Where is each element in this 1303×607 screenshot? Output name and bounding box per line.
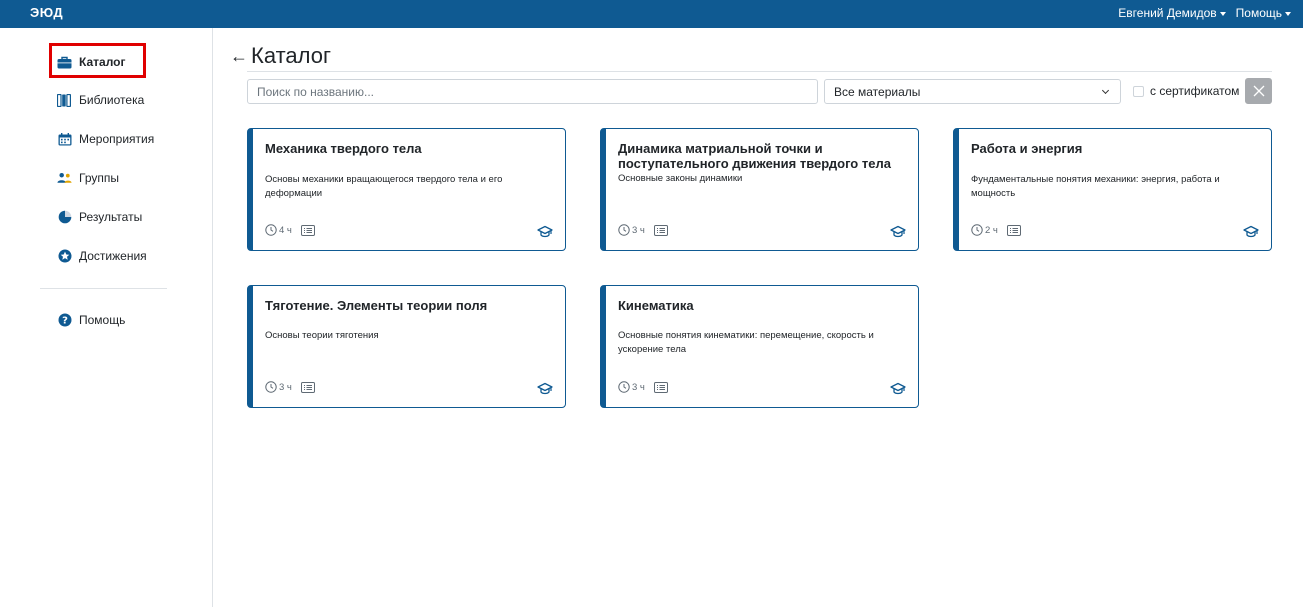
course-duration-value: 3 ч — [279, 381, 292, 393]
course-duration: 3 ч — [618, 381, 645, 393]
course-card-meta: 2 ч — [971, 224, 1021, 236]
page-header: ← Каталог — [230, 45, 331, 67]
course-card-meta: 3 ч — [618, 224, 668, 236]
question-circle-icon: ? — [57, 313, 72, 328]
course-duration: 3 ч — [618, 224, 645, 236]
course-card[interactable]: Кинематика Основные понятия кинематики: … — [600, 285, 919, 408]
clear-filters-button[interactable] — [1245, 78, 1272, 104]
course-duration-value: 4 ч — [279, 224, 292, 236]
list-card-icon — [653, 224, 668, 236]
back-arrow-icon[interactable]: ← — [230, 47, 248, 65]
briefcase-icon — [57, 55, 72, 70]
course-card-title: Механика твердого тела — [265, 141, 422, 156]
course-duration-value: 3 ч — [632, 224, 645, 236]
clock-icon — [618, 224, 630, 236]
materials-filter-value: Все материалы — [834, 84, 921, 99]
sidebar-item-label: Помощь — [79, 313, 126, 327]
course-card-meta: 3 ч — [265, 381, 315, 393]
course-card-title: Динамика матриальной точки и поступатель… — [618, 141, 891, 171]
help-menu[interactable]: Помощь — [1236, 6, 1291, 20]
sidebar-item-label: Достижения — [79, 249, 147, 263]
title-divider — [247, 71, 1272, 72]
course-duration: 2 ч — [971, 224, 998, 236]
pie-chart-icon — [57, 210, 72, 225]
course-card-title: Тяготение. Элементы теории поля — [265, 298, 488, 313]
caret-down-icon — [1219, 11, 1226, 16]
course-card[interactable]: Динамика матриальной точки и поступатель… — [600, 128, 919, 251]
sidebar-item-label: Результаты — [79, 210, 143, 224]
sidebar-item-label: Мероприятия — [79, 132, 155, 146]
help-menu-label: Помощь — [1235, 6, 1282, 20]
list-card-icon — [300, 224, 315, 236]
course-duration-value: 2 ч — [985, 224, 998, 236]
sidebar: Каталог Библиотека Мероприятия Группы Ре… — [0, 28, 213, 607]
sidebar-item-help[interactable]: ? Помощь — [57, 308, 125, 332]
course-card-meta: 3 ч — [618, 381, 668, 393]
course-duration: 4 ч — [265, 224, 292, 236]
course-card[interactable]: Механика твердого тела Основы механики в… — [247, 128, 566, 251]
sidebar-item-label: Группы — [79, 171, 119, 185]
sidebar-item-label: Каталог — [79, 55, 126, 69]
list-card-icon — [1006, 224, 1021, 236]
graduation-cap-icon — [890, 382, 906, 395]
sidebar-item-achievements[interactable]: Достижения — [57, 244, 147, 268]
course-card-description: Фундаментальные понятия механики: энерги… — [971, 174, 1220, 199]
course-duration-value: 3 ч — [632, 381, 645, 393]
search-input[interactable] — [247, 79, 818, 104]
calendar-icon — [57, 132, 72, 147]
clock-icon — [971, 224, 983, 236]
course-card-title: Работа и энергия — [971, 141, 1083, 156]
svg-text:?: ? — [62, 316, 68, 327]
star-badge-icon — [57, 249, 72, 264]
sidebar-item-library[interactable]: Библиотека — [57, 88, 144, 112]
sidebar-item-groups[interactable]: Группы — [57, 166, 119, 190]
course-card-description: Основы теории тяготения — [265, 330, 379, 341]
course-card-meta: 4 ч — [265, 224, 315, 236]
course-card-description: Основные законы динамики — [618, 173, 743, 184]
sidebar-item-events[interactable]: Мероприятия — [57, 127, 154, 151]
course-card-title: Кинематика — [618, 298, 694, 313]
sidebar-item-results[interactable]: Результаты — [57, 205, 142, 229]
sidebar-item-catalog[interactable]: Каталог — [57, 50, 126, 74]
course-card-description: Основы механики вращающегося твердого те… — [265, 174, 503, 199]
top-right-menus: Евгений Демидов Помощь — [1118, 6, 1291, 20]
top-navbar: ЭЮД Евгений Демидов Помощь — [0, 0, 1303, 28]
sidebar-item-label: Библиотека — [79, 93, 145, 107]
course-card-description: Основные понятия кинематики: перемещение… — [618, 330, 874, 355]
clock-icon — [265, 381, 277, 393]
user-menu[interactable]: Евгений Демидов — [1118, 6, 1226, 20]
course-card[interactable]: Тяготение. Элементы теории поля Основы т… — [247, 285, 566, 408]
course-card[interactable]: Работа и энергия Фундаментальные понятия… — [953, 128, 1272, 251]
graduation-cap-icon — [1243, 225, 1259, 238]
list-card-icon — [300, 381, 315, 393]
chevron-down-icon — [1101, 86, 1110, 94]
graduation-cap-icon — [890, 225, 906, 238]
books-icon — [57, 93, 72, 108]
page-title: Каталог — [251, 43, 331, 68]
graduation-cap-icon — [537, 225, 553, 238]
clock-icon — [618, 381, 630, 393]
caret-down-icon — [1285, 11, 1291, 16]
clock-icon — [265, 224, 277, 236]
certificate-filter: с сертификатом — [1133, 84, 1239, 98]
app-logo[interactable]: ЭЮД — [30, 5, 63, 20]
sidebar-divider — [40, 288, 167, 289]
users-icon — [57, 171, 72, 186]
list-card-icon — [653, 381, 668, 393]
certificate-checkbox[interactable] — [1133, 85, 1144, 97]
close-icon — [1253, 85, 1264, 97]
user-menu-label: Евгений Демидов — [1118, 6, 1217, 20]
materials-filter-select[interactable]: Все материалы — [824, 79, 1121, 104]
course-duration: 3 ч — [265, 381, 292, 393]
certificate-checkbox-label[interactable]: с сертификатом — [1150, 84, 1239, 98]
graduation-cap-icon — [537, 382, 553, 395]
